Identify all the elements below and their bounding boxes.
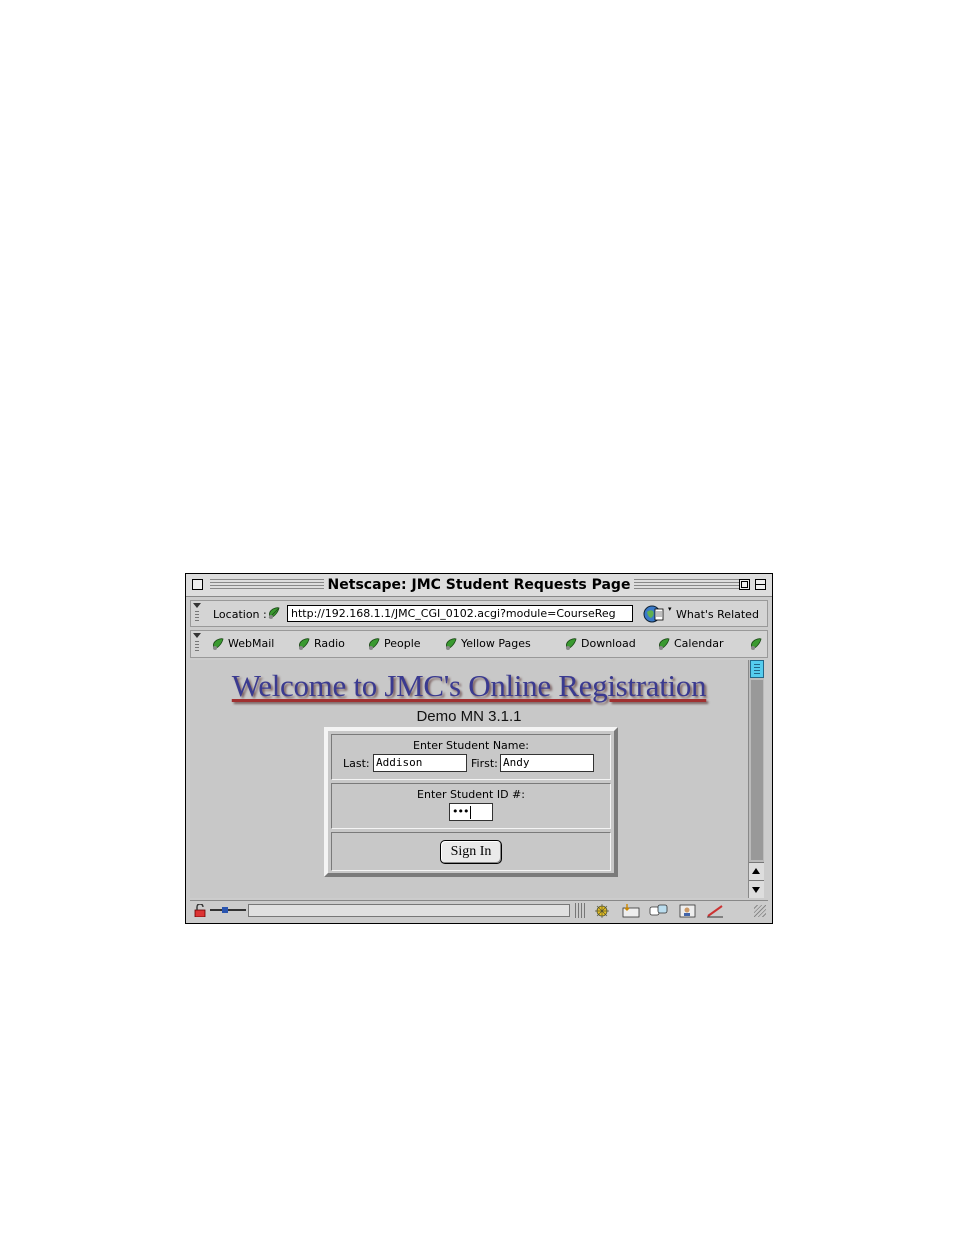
vertical-scrollbar[interactable] — [748, 660, 764, 898]
netscape-leaf-icon — [566, 638, 577, 650]
student-id-prompt: Enter Student ID #: — [417, 788, 525, 801]
address-book-icon[interactable] — [677, 903, 699, 918]
scroll-up-arrow[interactable] — [749, 862, 764, 880]
bookmark-label: Radio — [314, 637, 345, 650]
bookmark-label: Download — [581, 637, 636, 650]
personal-toolbar: WebMail Radio People Yellow Pages Downlo… — [190, 630, 768, 658]
location-label: Location : — [213, 608, 267, 621]
scroll-down-arrow[interactable] — [749, 880, 764, 898]
browser-window: Netscape: JMC Student Requests Page Loca… — [185, 573, 773, 924]
scroll-track[interactable] — [751, 680, 763, 860]
bookmark-label: WebMail — [228, 637, 275, 650]
first-name-label: First: — [471, 757, 498, 770]
bookmark-yellow-pages[interactable]: Yellow Pages — [444, 637, 531, 651]
last-name-label: Last: — [343, 757, 370, 770]
bookmark-label: Calendar — [674, 637, 724, 650]
page-heading: Welcome to JMC's Online Registration — [231, 668, 707, 703]
related-menu-arrow[interactable]: ▾ — [668, 605, 672, 613]
bookmark-label: Yellow Pages — [461, 637, 531, 650]
bookmark-webmail[interactable]: WebMail — [211, 637, 274, 651]
netscape-leaf-icon — [446, 638, 457, 650]
text-cursor — [470, 805, 472, 819]
resize-grip[interactable] — [754, 905, 766, 917]
bookmark-overflow[interactable] — [749, 637, 766, 651]
last-name-input[interactable]: Addison — [373, 754, 467, 772]
whats-related-label[interactable]: What's Related — [676, 608, 759, 621]
progress-bar — [248, 904, 570, 917]
bookmark-calendar[interactable]: Calendar — [657, 637, 723, 651]
bookmark-label: People — [384, 637, 421, 650]
collapse-box[interactable] — [755, 579, 766, 590]
student-id-input[interactable]: ••• — [449, 803, 493, 821]
page-content: Welcome to JMC's Online Registration Dem… — [190, 660, 748, 898]
composer-icon[interactable] — [705, 903, 727, 918]
name-cell: Enter Student Name: Last: Addison First:… — [331, 734, 611, 780]
navigator-icon[interactable] — [591, 903, 613, 918]
bookmark-people[interactable]: People — [367, 637, 421, 651]
name-prompt: Enter Student Name: — [413, 739, 529, 752]
whats-related-icon[interactable] — [643, 604, 665, 624]
zoom-box[interactable] — [739, 579, 750, 590]
discussions-icon[interactable] — [648, 903, 670, 918]
toolbar-collapse-grip-2[interactable] — [193, 633, 201, 655]
toolbar-collapse-grip[interactable] — [193, 603, 201, 625]
url-field[interactable]: http://192.168.1.1/JMC_CGI_0102.acgi?mod… — [287, 605, 633, 622]
page-subheading: Demo MN 3.1.1 — [416, 708, 522, 725]
student-id-cell: Enter Student ID #: ••• — [331, 783, 611, 829]
netscape-leaf-icon — [213, 638, 224, 650]
submit-cell: Sign In — [331, 832, 611, 871]
page-proxy-icon[interactable] — [267, 606, 281, 620]
netscape-leaf-icon — [299, 638, 310, 650]
component-bar-grip[interactable] — [575, 903, 585, 918]
plug-icon — [210, 907, 246, 913]
netscape-leaf-icon — [659, 638, 670, 650]
window-title: Netscape: JMC Student Requests Page — [186, 577, 772, 593]
mail-icon[interactable] — [620, 903, 642, 918]
padlock-icon[interactable] — [194, 904, 208, 917]
bookmark-radio[interactable]: Radio — [297, 637, 345, 651]
student-id-masked: ••• — [452, 805, 469, 818]
status-bar — [190, 900, 768, 921]
first-name-input[interactable]: Andy — [500, 754, 594, 772]
netscape-leaf-icon — [751, 638, 762, 650]
title-bar[interactable]: Netscape: JMC Student Requests Page — [186, 574, 772, 597]
netscape-leaf-icon — [369, 638, 380, 650]
bookmark-download[interactable]: Download — [564, 637, 636, 651]
location-toolbar: Location : http://192.168.1.1/JMC_CGI_01… — [190, 600, 768, 627]
scroll-thumb[interactable] — [750, 660, 764, 678]
sign-in-form: Enter Student Name: Last: Addison First:… — [324, 727, 618, 877]
sign-in-button[interactable]: Sign In — [440, 840, 502, 864]
component-bar — [575, 903, 729, 919]
